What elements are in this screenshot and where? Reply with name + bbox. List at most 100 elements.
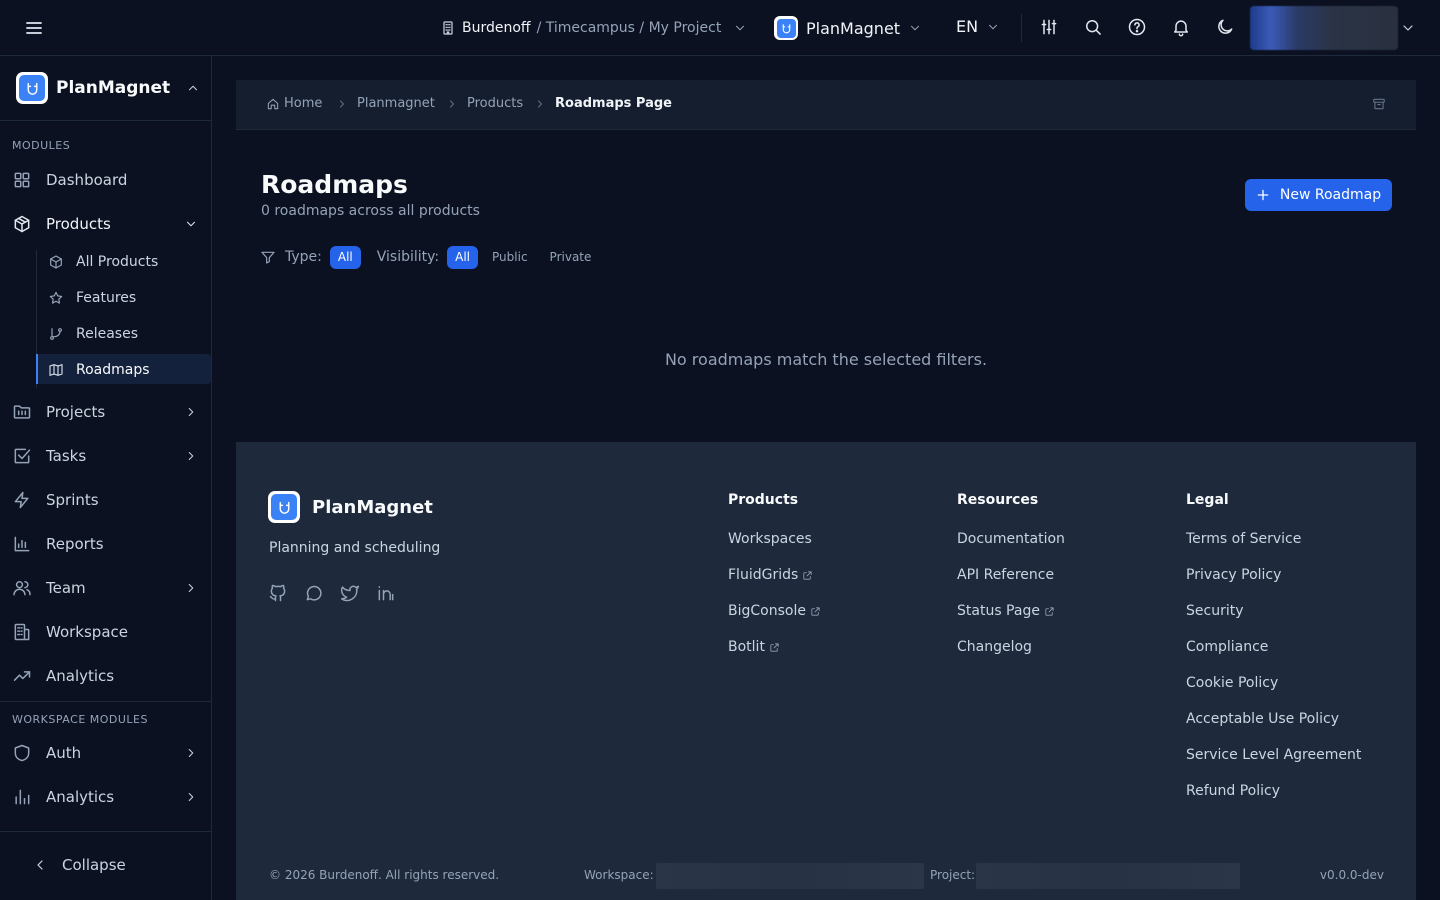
visibility-filter-all[interactable]: All	[447, 245, 479, 269]
app-switcher[interactable]: PlanMagnet	[774, 16, 922, 40]
users-icon	[13, 581, 31, 596]
collapse-sidebar-button[interactable]: Collapse	[32, 856, 126, 874]
chevron-down-icon	[186, 221, 196, 227]
sidebar-subitem-all-products[interactable]: All Products	[48, 251, 198, 273]
user-avatar[interactable]	[1250, 6, 1398, 50]
workspace-label: Workspace:	[584, 868, 654, 882]
chevron-down-icon	[736, 25, 745, 31]
visibility-filter-private[interactable]: Private	[542, 246, 600, 269]
chevron-right-icon	[340, 100, 344, 108]
footer-link-sla[interactable]: Service Level Agreement	[1186, 737, 1361, 773]
footer-link-acceptable-use[interactable]: Acceptable Use Policy	[1186, 701, 1361, 737]
footer-link-refund-policy[interactable]: Refund Policy	[1186, 773, 1361, 809]
footer-link-botlit[interactable]: Botlit	[728, 629, 821, 665]
sidebar-item-sprints[interactable]: Sprints	[12, 488, 200, 512]
footer-link-bigconsole[interactable]: BigConsole	[728, 593, 821, 629]
workspace-id-redacted	[656, 863, 924, 889]
footer-link-api-reference[interactable]: API Reference	[957, 557, 1065, 593]
sidebar-item-label: Analytics	[46, 788, 115, 806]
sidebar-item-label: Dashboard	[46, 171, 128, 189]
github-icon[interactable]	[268, 583, 288, 603]
new-roadmap-button[interactable]: New Roadmap	[1245, 179, 1392, 211]
filter-bar: Type: All Visibility: All Public Private	[260, 245, 599, 269]
sidebar-item-dashboard[interactable]: Dashboard	[12, 168, 200, 192]
language-code: EN	[956, 17, 979, 36]
sidebar-brand[interactable]: PlanMagnet	[16, 72, 200, 104]
sidebar-item-team[interactable]: Team	[12, 576, 200, 600]
star-icon	[49, 291, 63, 304]
chevron-right-icon	[538, 100, 542, 108]
breadcrumb-products[interactable]: Products	[467, 96, 523, 111]
sidebar-item-auth[interactable]: Auth	[12, 741, 200, 765]
home-icon	[267, 98, 279, 109]
footer-link-cookie-policy[interactable]: Cookie Policy	[1186, 665, 1361, 701]
footer-bottom-bar: © 2026 Burdenoff. All rights reserved. W…	[236, 860, 1416, 890]
type-filter-all[interactable]: All	[329, 245, 361, 269]
footer-link-workspaces[interactable]: Workspaces	[728, 521, 821, 557]
chat-icon[interactable]	[304, 583, 324, 603]
footer-link-status-page[interactable]: Status Page	[957, 593, 1065, 629]
app-version: v0.0.0-dev	[1319, 868, 1384, 882]
social-links	[268, 583, 396, 603]
chevron-down-icon	[911, 25, 920, 31]
footer-link-label: Terms of Service	[1186, 531, 1302, 547]
workspace-path: / Timecampus / My Project	[536, 20, 722, 36]
footer-column-heading: Products	[728, 492, 799, 508]
sidebar-item-reports[interactable]: Reports	[12, 532, 200, 556]
settings-sliders-icon[interactable]	[1039, 17, 1061, 39]
zap-icon	[14, 491, 29, 509]
sidebar-item-workspace-analytics[interactable]: Analytics	[12, 785, 200, 809]
footer-link-label: Service Level Agreement	[1186, 747, 1362, 763]
workspace-switcher[interactable]: Burdenoff / Timecampus / My Project	[440, 17, 747, 39]
footer-column-heading: Resources	[957, 492, 1039, 508]
sidebar-item-tasks[interactable]: Tasks	[12, 444, 200, 468]
visibility-filter-label: Visibility:	[376, 249, 440, 265]
hamburger-menu-icon[interactable]	[22, 16, 46, 40]
twitter-icon[interactable]	[340, 583, 360, 603]
sidebar-item-label: Projects	[46, 403, 106, 421]
chevron-down-icon[interactable]	[1400, 20, 1416, 36]
archive-icon[interactable]	[1372, 97, 1386, 111]
footer-link-terms[interactable]: Terms of Service	[1186, 521, 1361, 557]
language-selector[interactable]: EN	[956, 17, 1000, 36]
bar-chart-icon	[14, 536, 30, 552]
footer-column-heading: Legal	[1186, 492, 1229, 508]
trend-icon	[13, 671, 31, 681]
moon-icon[interactable]	[1215, 17, 1237, 39]
sidebar-item-products[interactable]: Products	[12, 212, 200, 236]
footer-tagline: Planning and scheduling	[269, 540, 441, 556]
sidebar-item-label: Team	[46, 579, 86, 597]
footer-link-documentation[interactable]: Documentation	[957, 521, 1065, 557]
search-icon[interactable]	[1083, 17, 1105, 39]
breadcrumb-home[interactable]: Home	[266, 96, 322, 111]
footer-link-label: Security	[1186, 603, 1244, 619]
dashboard-icon	[14, 172, 30, 188]
sidebar-item-projects[interactable]: Projects	[12, 400, 200, 424]
new-roadmap-label: New Roadmap	[1279, 187, 1382, 203]
filter-icon	[261, 251, 275, 264]
help-icon[interactable]	[1127, 17, 1149, 39]
external-link-icon	[770, 642, 779, 652]
linkedin-icon[interactable]	[376, 583, 396, 603]
breadcrumb: Home Planmagnet Products Roadmaps Page	[236, 80, 1416, 130]
bell-icon[interactable]	[1171, 17, 1193, 39]
sidebar-subitem-roadmaps[interactable]: Roadmaps	[48, 359, 198, 381]
footer-link-label: Cookie Policy	[1186, 675, 1279, 691]
chevron-right-icon	[188, 451, 194, 461]
footer-link-changelog[interactable]: Changelog	[957, 629, 1065, 665]
breadcrumb-planmagnet[interactable]: Planmagnet	[357, 96, 435, 111]
folder-icon	[13, 405, 31, 419]
footer: PlanMagnet Planning and scheduling Produ…	[236, 442, 1416, 900]
sidebar-subitem-releases[interactable]: Releases	[48, 323, 198, 345]
sidebar: PlanMagnet MODULES Dashboard Products Al…	[0, 56, 212, 900]
sidebar-subitem-label: Features	[76, 290, 137, 306]
footer-link-security[interactable]: Security	[1186, 593, 1361, 629]
page-subtitle: 0 roadmaps across all products	[261, 203, 480, 219]
sidebar-subitem-features[interactable]: Features	[48, 287, 198, 309]
footer-link-compliance[interactable]: Compliance	[1186, 629, 1361, 665]
visibility-filter-public[interactable]: Public	[484, 246, 536, 269]
footer-link-fluidgrids[interactable]: FluidGrids	[728, 557, 821, 593]
sidebar-item-analytics[interactable]: Analytics	[12, 664, 200, 688]
sidebar-item-workspace[interactable]: Workspace	[12, 620, 200, 644]
footer-link-privacy[interactable]: Privacy Policy	[1186, 557, 1361, 593]
